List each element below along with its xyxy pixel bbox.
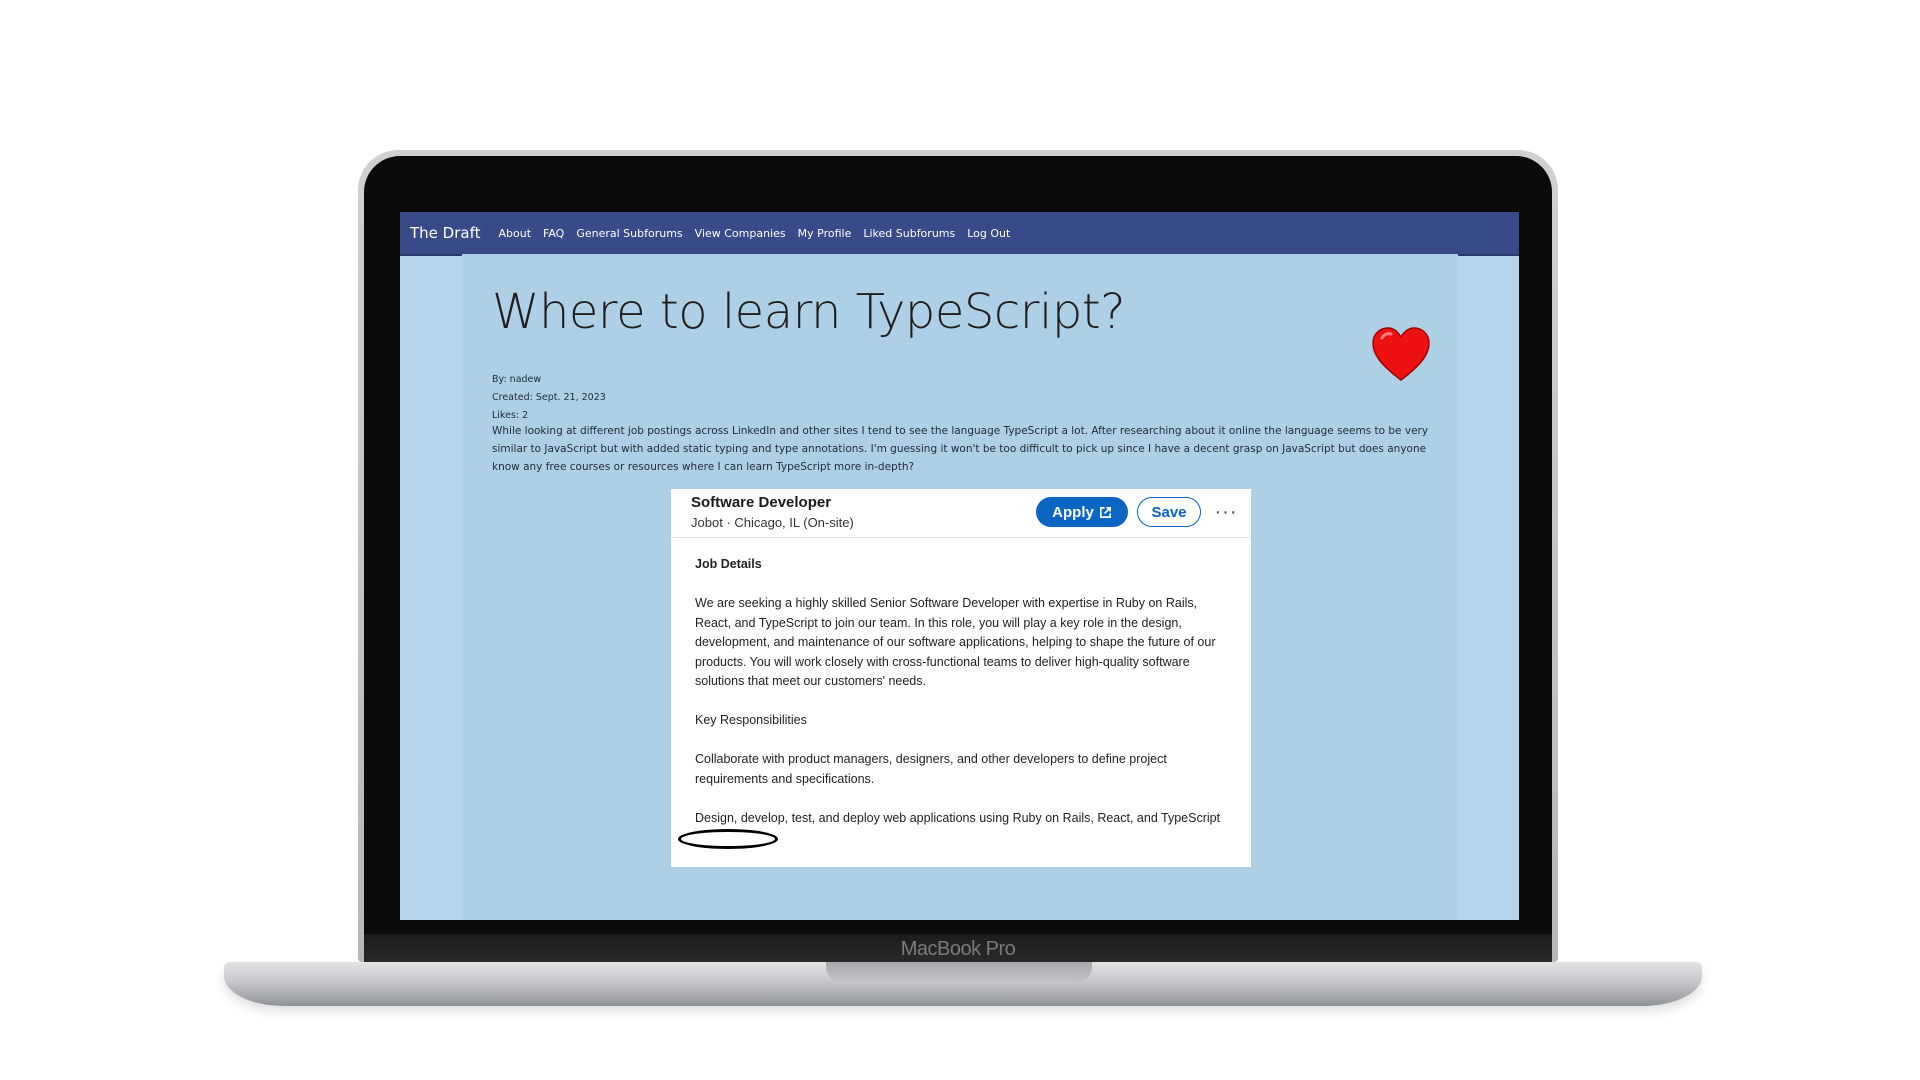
- post-likes-count: Likes: 2: [492, 410, 529, 421]
- job-title: Software Developer: [691, 494, 832, 511]
- key-responsibilities-heading: Key Responsibilities: [695, 713, 807, 727]
- nav-link-faq[interactable]: FAQ: [543, 227, 564, 240]
- save-button[interactable]: Save: [1137, 497, 1201, 527]
- apply-button[interactable]: Apply: [1036, 497, 1128, 527]
- laptop-opening-notch: [826, 962, 1092, 984]
- post-body: While looking at different job postings …: [492, 425, 1429, 473]
- job-description-paragraph: We are seeking a highly skilled Senior S…: [695, 596, 1216, 688]
- job-description: Job Details We are seeking a highly skil…: [695, 555, 1235, 848]
- post-author: By: nadew: [492, 374, 542, 385]
- post-created-date: Created: Sept. 21, 2023: [492, 392, 606, 403]
- post-content-panel: Where to learn TypeScript? By: nadew Cre…: [462, 254, 1458, 920]
- job-company-location: Jobot · Chicago, IL (On-site): [691, 515, 854, 530]
- top-navbar: The Draft About FAQ General Subforums Vi…: [400, 212, 1519, 256]
- nav-link-about[interactable]: About: [498, 227, 531, 240]
- responsibility-item: Design, develop, test, and deploy web ap…: [695, 810, 1221, 825]
- nav-link-log-out[interactable]: Log Out: [967, 227, 1010, 240]
- external-link-icon: [1099, 506, 1111, 518]
- laptop-screen: The Draft About FAQ General Subforums Vi…: [400, 212, 1519, 920]
- job-header: Software Developer Jobot · Chicago, IL (…: [671, 489, 1251, 538]
- laptop-brand-label: MacBook Pro: [900, 938, 1016, 960]
- nav-link-liked-subforums[interactable]: Liked Subforums: [863, 227, 955, 240]
- more-options-icon[interactable]: ···: [1211, 497, 1241, 527]
- post-title: Where to learn TypeScript?: [492, 284, 1126, 340]
- like-heart-icon[interactable]: [1370, 326, 1432, 384]
- nav-link-my-profile[interactable]: My Profile: [798, 227, 852, 240]
- job-posting-screenshot: Software Developer Jobot · Chicago, IL (…: [671, 489, 1251, 867]
- job-details-heading: Job Details: [695, 557, 762, 571]
- nav-brand[interactable]: The Draft: [410, 224, 480, 242]
- responsibility-item: Collaborate with product managers, desig…: [695, 752, 1167, 786]
- nav-link-view-companies[interactable]: View Companies: [695, 227, 786, 240]
- highlight-circle-annotation: [678, 829, 778, 849]
- apply-button-label: Apply: [1052, 503, 1094, 521]
- nav-link-general-subforums[interactable]: General Subforums: [576, 227, 682, 240]
